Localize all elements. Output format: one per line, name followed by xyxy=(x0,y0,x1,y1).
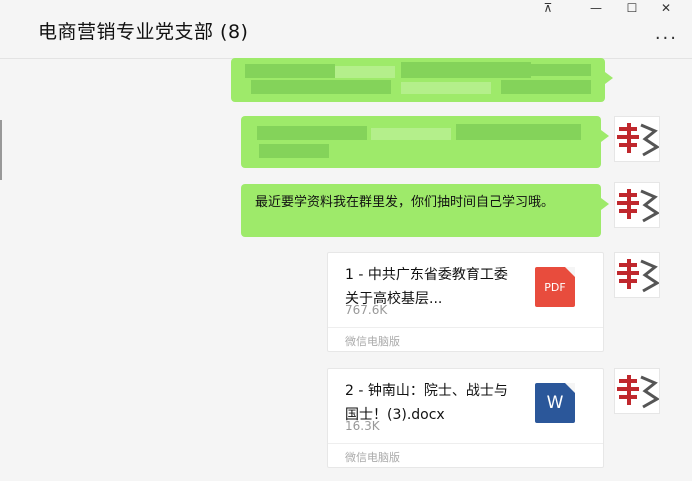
file-message-card[interactable]: 1 - 中共广东省委教育工委关于高校基层... 767.6K PDF 微信电脑版 xyxy=(327,252,604,352)
avatar-image xyxy=(617,123,660,157)
file-source-label: 微信电脑版 xyxy=(345,451,400,464)
text-message-bubble[interactable]: 最近要学资料我在群里发，你们抽时间自己学习哦。 xyxy=(241,184,609,237)
sender-avatar[interactable] xyxy=(614,368,660,414)
chat-title: 电商营销专业党支部 (8) xyxy=(38,21,249,43)
close-button[interactable]: ✕ xyxy=(652,0,680,16)
sender-avatar[interactable] xyxy=(614,116,660,162)
redacted-message-bubble[interactable] xyxy=(241,116,609,168)
sender-avatar[interactable] xyxy=(614,252,660,298)
avatar-image xyxy=(617,375,660,409)
scroll-edge-marker xyxy=(0,120,2,180)
pin-button[interactable]: ⊼ xyxy=(534,0,562,16)
sender-avatar[interactable] xyxy=(614,182,660,228)
avatar-image xyxy=(617,259,660,293)
file-source-label: 微信电脑版 xyxy=(345,335,400,348)
divider xyxy=(328,327,603,328)
file-message-card[interactable]: 2 - 钟南山：院士、战士与国士！(3).docx 16.3K W 微信电脑版 xyxy=(327,368,604,468)
more-options-button[interactable]: ··· xyxy=(655,28,678,49)
pdf-file-icon: PDF xyxy=(535,267,575,307)
minimize-button[interactable]: — xyxy=(582,0,610,16)
redacted-message-bubble[interactable] xyxy=(231,58,613,102)
file-size: 767.6K xyxy=(345,303,388,317)
sender-avatar[interactable] xyxy=(614,58,660,104)
file-size: 16.3K xyxy=(345,419,380,433)
maximize-button[interactable]: ☐ xyxy=(618,0,646,16)
divider xyxy=(328,443,603,444)
word-file-icon: W xyxy=(535,383,575,423)
chat-header: 电商营销专业党支部 (8) ⊼ — ☐ ✕ ··· xyxy=(0,0,692,59)
avatar-image xyxy=(617,189,660,223)
